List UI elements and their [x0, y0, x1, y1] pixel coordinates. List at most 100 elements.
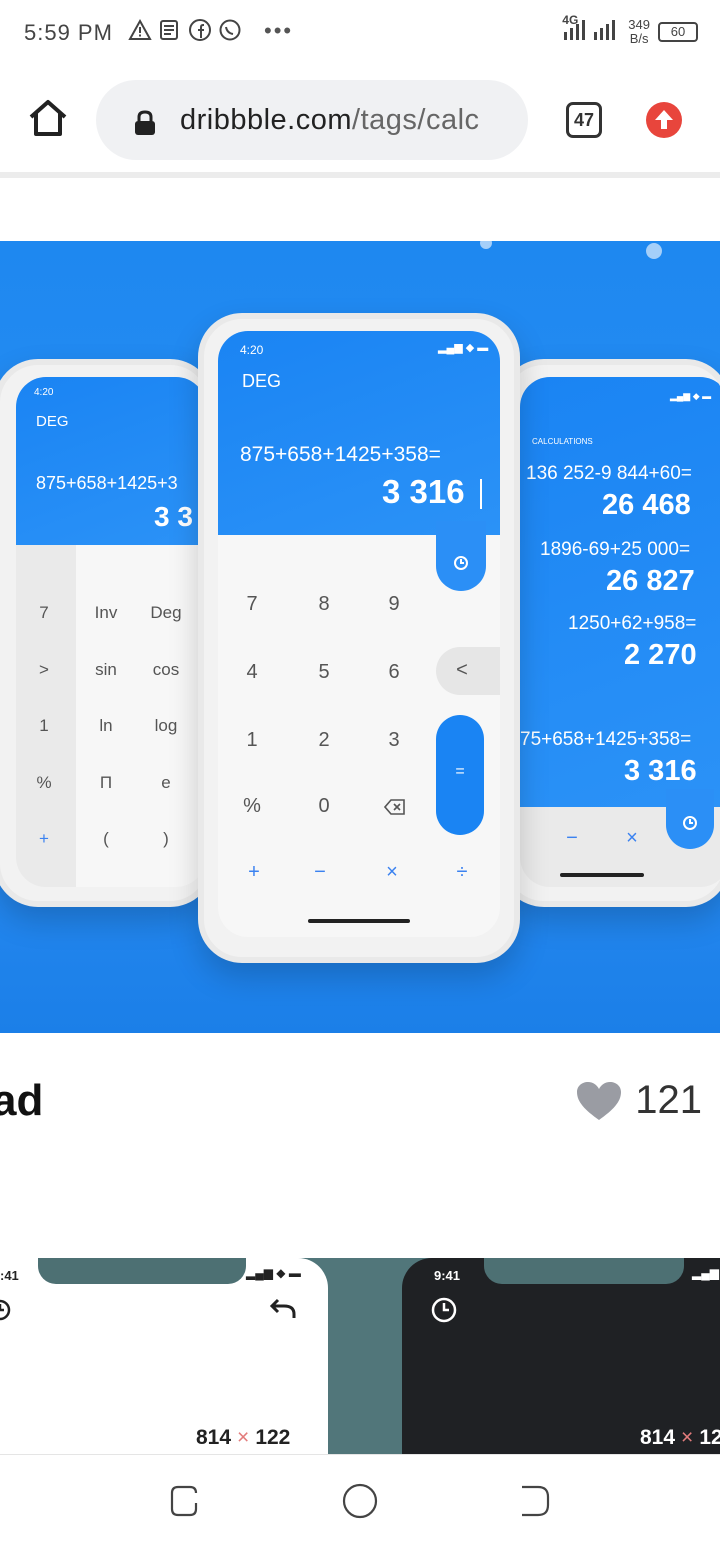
backspace-icon	[383, 799, 406, 820]
arrow-up-icon	[655, 110, 673, 129]
history-header: CALCULATIONS	[532, 437, 593, 446]
system-indicators: 4G 349 B/s 60	[562, 14, 698, 47]
right-phone-mockup: ▂▄▆ ◆ ▬ CALCULATIONS 136 252-9 844+60= 2…	[500, 359, 720, 907]
left-key: 1	[39, 716, 49, 735]
lock-icon	[135, 110, 155, 135]
home-nav-button[interactable]	[342, 1483, 378, 1519]
right-key: ×	[626, 827, 638, 849]
left-expression: 875+658+1425+3	[36, 473, 178, 493]
history-result: 2 270	[624, 639, 697, 671]
preview-calc: 814 × 12	[640, 1426, 720, 1450]
history-toggle	[436, 521, 486, 591]
back-nav-button[interactable]	[516, 1483, 552, 1519]
left-key: )	[163, 829, 169, 848]
center-key: 1	[246, 729, 258, 751]
url-path: /tags/calc	[352, 104, 480, 136]
preview-calc: 814 × 122	[196, 1426, 290, 1450]
history-expression: 136 252-9 844+60=	[526, 463, 692, 484]
operator: ×	[237, 1426, 250, 1449]
tab-switcher-button[interactable]: 47	[566, 102, 602, 138]
center-op: ×	[386, 861, 398, 883]
likes[interactable]: 121	[575, 1078, 702, 1123]
decor-bubble	[480, 241, 492, 249]
center-phone-mockup: 4:20 ▂▄▆ ◆ ▬ DEG 875+658+1425+358= 3 316…	[198, 313, 520, 963]
recents-icon	[170, 1485, 198, 1517]
equals-key: =	[436, 715, 484, 835]
center-result: 3 316	[382, 473, 465, 510]
left-key: Deg	[150, 603, 182, 622]
notification-icons	[128, 18, 242, 42]
warning-icon	[128, 18, 152, 42]
shot-image[interactable]: 4:20 DEG 875+658+1425+3 3 3 7 > 1 % + In…	[0, 241, 720, 1033]
heart-icon[interactable]	[575, 1080, 623, 1122]
battery-icon: 60	[658, 21, 698, 42]
back-key: <	[436, 647, 500, 695]
update-button[interactable]	[646, 102, 682, 138]
center-op: +	[248, 861, 260, 883]
decor-bubble	[646, 243, 662, 259]
history-result: 26 468	[602, 489, 691, 521]
center-key: 0	[318, 795, 330, 817]
status-icons: ▂▄▆ ◆	[692, 1266, 720, 1280]
center-key: %	[243, 795, 261, 817]
recents-button[interactable]	[168, 1483, 204, 1519]
history-toggle	[666, 789, 714, 849]
signal-icon: 4G	[562, 14, 620, 47]
preview-dark-phone: 9:41 ▂▄▆ ◆ 814×12	[402, 1258, 720, 1454]
address-bar[interactable]: dribbble.com/tags/calc	[96, 80, 528, 160]
left-key: 7	[39, 603, 49, 622]
url-domain: dribbble.com	[180, 104, 353, 136]
next-shot-preview[interactable]: :41 ▂▄▆ ◆ ▬ 814×122 9:41 ▂▄▆ ◆ 814×12	[0, 1258, 720, 1454]
left-mode: DEG	[36, 413, 69, 430]
left-key: %	[36, 773, 52, 792]
notch	[484, 1258, 684, 1284]
center-key: 3	[388, 729, 400, 751]
status-bar: 5:59 PM ••• 4G 349 B/s 60	[0, 0, 720, 64]
net-speed: 349 B/s	[628, 17, 650, 46]
notch	[38, 1258, 246, 1284]
status-icons: ▂▄▆ ◆ ▬	[246, 1266, 301, 1280]
center-time: 4:20	[240, 343, 264, 357]
status-icons: ▂▄▆ ◆ ▬	[438, 342, 489, 354]
operator: ×	[681, 1426, 694, 1449]
center-op: −	[314, 861, 326, 883]
history-expression: 75+658+1425+358=	[520, 729, 692, 750]
history-expression: 1896-69+25 000=	[540, 539, 691, 560]
right-key: −	[566, 827, 578, 849]
left-key: Inv	[94, 603, 118, 622]
center-key: 4	[246, 661, 258, 683]
home-button[interactable]	[26, 96, 70, 140]
system-nav-bar	[0, 1454, 720, 1548]
home-indicator	[308, 919, 410, 923]
left-result: 3 3	[154, 501, 193, 532]
shot-title[interactable]: ad	[0, 1076, 43, 1126]
left-key: (	[103, 829, 109, 848]
operand: 122	[255, 1426, 291, 1449]
center-expression: 875+658+1425+358=	[240, 443, 441, 466]
back-label: <	[456, 659, 468, 681]
left-key: e	[161, 773, 171, 792]
center-key: 8	[318, 593, 330, 615]
clock-icon	[454, 556, 468, 570]
news-icon	[158, 18, 182, 42]
left-key: log	[154, 716, 178, 735]
center-key: 7	[246, 593, 258, 615]
operand: 12	[699, 1426, 720, 1449]
history-result: 26 827	[606, 565, 695, 597]
circle-icon	[342, 1483, 378, 1519]
signal-icon: ▂▄▆ ◆ ▬	[670, 391, 712, 401]
equals-label: =	[455, 763, 465, 780]
left-time: 4:20	[34, 387, 54, 398]
operand: 814	[196, 1426, 232, 1449]
left-key: +	[39, 829, 49, 848]
center-op: ÷	[456, 861, 468, 883]
left-key: >	[39, 660, 49, 679]
left-key: ln	[99, 716, 113, 735]
center-key: 9	[388, 593, 400, 615]
back-icon	[522, 1485, 550, 1517]
center-key: 5	[318, 661, 330, 683]
preview-light-phone: :41 ▂▄▆ ◆ ▬ 814 × 122	[0, 1258, 328, 1454]
history-result: 3 316	[624, 755, 697, 787]
text-cursor	[480, 479, 482, 509]
operand: 814	[640, 1426, 676, 1449]
